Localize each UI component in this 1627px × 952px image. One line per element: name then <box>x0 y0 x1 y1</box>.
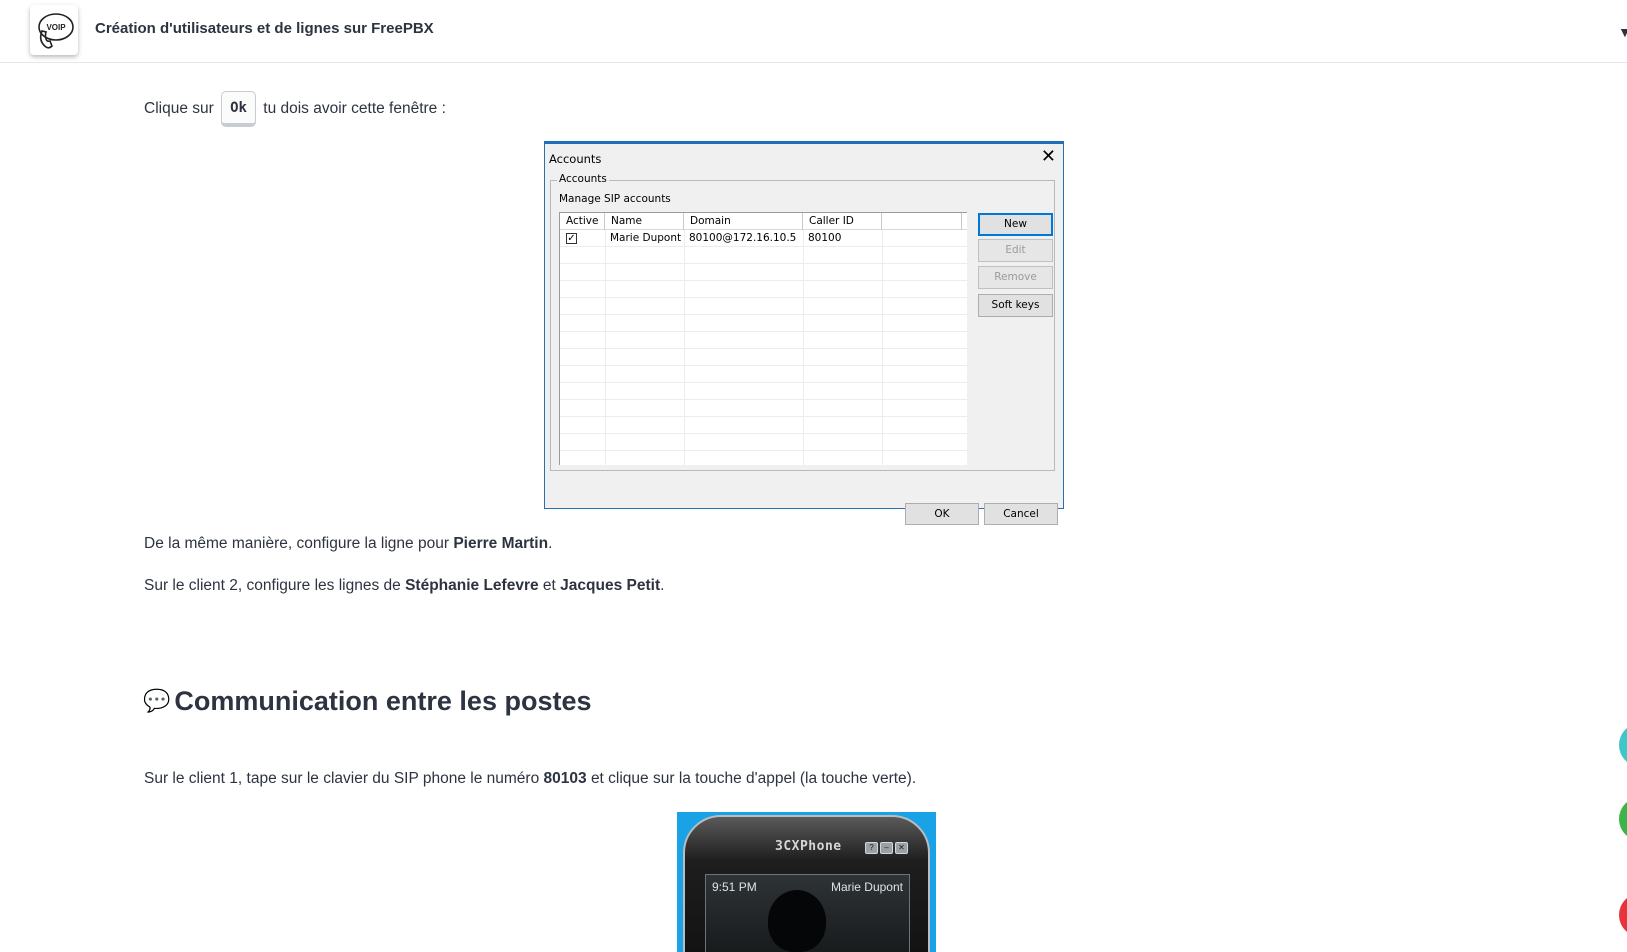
group-label: Accounts <box>557 173 609 185</box>
ok-key-badge: Ok <box>221 91 256 127</box>
heading-text: Communication entre les postes <box>174 686 592 716</box>
empty-row <box>560 281 967 298</box>
paragraph-text: Clique sur <box>144 100 214 118</box>
empty-row <box>560 247 967 264</box>
voip-logo[interactable]: VOIP <box>30 5 78 55</box>
bold-name: Stéphanie Lefevre <box>405 577 539 594</box>
share-button-teal[interactable] <box>1619 723 1627 767</box>
phone-time: 9:51 PM <box>712 880 757 894</box>
empty-row <box>560 349 967 366</box>
empty-row <box>560 332 967 349</box>
paragraph-text: Sur le client 2, configure les lignes de <box>144 577 401 594</box>
paragraph-client-2: Sur le client 2, configure les lignes de… <box>144 577 664 595</box>
paragraph-text: tu dois avoir cette fenêtre : <box>263 100 446 118</box>
speech-bubble-icon: 💬 <box>143 688 171 713</box>
empty-row <box>560 366 967 383</box>
bold-name: Pierre Martin <box>453 535 549 552</box>
empty-row <box>560 298 967 315</box>
accounts-list: Active Name Domain Caller ID ✓ Marie Dup… <box>559 212 967 465</box>
accounts-group: Accounts Manage SIP accounts Active Name… <box>550 173 1055 471</box>
empty-row <box>560 434 967 451</box>
table-row: ✓ Marie Dupont 80100@172.16.10.5 80100 <box>560 230 967 247</box>
new-button: New <box>978 213 1053 236</box>
paragraph-text: et <box>542 577 556 594</box>
phone-brand: 3CXPhone <box>775 839 842 854</box>
top-bar: VOIP Création d'utilisateurs et de ligne… <box>0 0 1627 63</box>
close-icon: ✕ <box>895 842 908 854</box>
cancel-button: Cancel <box>984 503 1058 525</box>
help-icon: ? <box>865 842 878 854</box>
phone-screen: 9:51 PM Marie Dupont 80103 <box>705 874 910 952</box>
remove-button: Remove <box>978 266 1053 289</box>
manage-sip-label: Manage SIP accounts <box>559 193 671 205</box>
voip-logo-icon: VOIP <box>38 13 74 49</box>
share-button-red[interactable] <box>1619 893 1627 937</box>
paragraph-text: . <box>548 535 553 552</box>
column-header-name: Name <box>605 213 684 230</box>
cell-domain: 80100@172.16.10.5 <box>689 232 797 244</box>
cell-caller-id: 80100 <box>808 232 842 244</box>
phone-body: 3CXPhone ? – ✕ 9:51 PM Marie Dupont 8010… <box>683 815 930 952</box>
page-title: Création d'utilisateurs et de lignes sur… <box>95 20 434 37</box>
list-header: Active Name Domain Caller ID <box>560 213 967 230</box>
column-header-empty <box>882 213 962 230</box>
paragraph-text: et clique sur la touche d'appel (la touc… <box>590 770 917 787</box>
close-icon: ✕ <box>1040 146 1056 167</box>
paragraph-text: De la même manière, configure la ligne p… <box>144 535 449 552</box>
minimize-icon: – <box>880 842 893 854</box>
column-header-active: Active <box>560 213 605 230</box>
paragraph-text: Sur le client 1, tape sur le clavier du … <box>144 770 540 787</box>
contact-avatar-icon <box>768 890 826 952</box>
paragraph-click-ok: Clique sur Ok tu dois avoir cette fenêtr… <box>144 91 446 127</box>
empty-row <box>560 315 967 332</box>
phone-account-name: Marie Dupont <box>830 880 903 894</box>
bold-number: 80103 <box>543 770 587 787</box>
accounts-dialog-screenshot: Accounts ✕ Accounts Manage SIP accounts … <box>544 141 1064 525</box>
edit-button: Edit <box>978 239 1053 262</box>
cell-name: Marie Dupont <box>610 232 682 244</box>
bold-name: Jacques Petit <box>560 577 661 594</box>
3cxphone-screenshot: 3CXPhone ? – ✕ 9:51 PM Marie Dupont 8010… <box>677 812 936 952</box>
paragraph-text: . <box>660 577 665 594</box>
filter-icon[interactable]: ▼ <box>1618 24 1627 40</box>
ok-button: OK <box>905 503 979 525</box>
dialog-title: Accounts <box>549 152 602 166</box>
empty-row <box>560 417 967 434</box>
paragraph-pierre-martin: De la même manière, configure la ligne p… <box>144 535 552 553</box>
empty-row <box>560 400 967 417</box>
soft-keys-button: Soft keys <box>978 294 1053 317</box>
column-header-domain: Domain <box>684 213 803 230</box>
svg-text:VOIP: VOIP <box>46 23 66 32</box>
empty-row <box>560 264 967 281</box>
active-checkbox: ✓ <box>566 233 577 244</box>
paragraph-dial: Sur le client 1, tape sur le clavier du … <box>144 770 916 788</box>
section-heading: 💬 Communication entre les postes <box>143 686 592 717</box>
share-button-green[interactable] <box>1619 797 1627 841</box>
dialog-body: Accounts Manage SIP accounts Active Name… <box>548 169 1060 525</box>
column-header-caller-id: Caller ID <box>803 213 882 230</box>
empty-row <box>560 383 967 400</box>
